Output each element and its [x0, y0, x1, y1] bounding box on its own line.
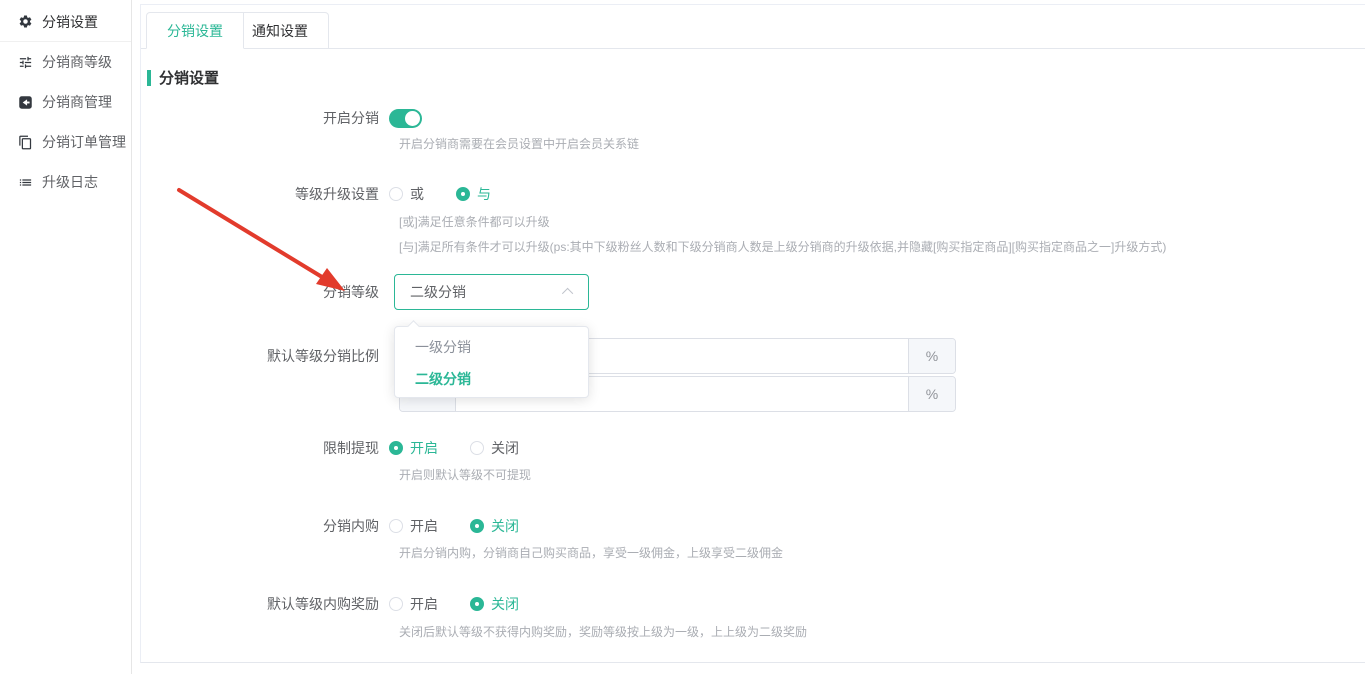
radio-icon	[470, 597, 484, 611]
radio-internal-off[interactable]: 关闭	[470, 516, 519, 536]
field-label: 分销等级	[141, 282, 389, 302]
radio-or[interactable]: 或	[389, 184, 424, 204]
radio-icon	[389, 187, 403, 201]
percent-addon: %	[908, 377, 955, 411]
dropdown-option-level2[interactable]: 二级分销	[395, 363, 588, 395]
default-ratio-row: 默认等级分销比例	[141, 344, 389, 368]
upgrade-setting-row: 等级升级设置 或 与	[141, 182, 523, 206]
distribution-level-select[interactable]: 二级分销	[394, 274, 589, 310]
field-label: 限制提现	[141, 438, 389, 458]
sidebar-item-label: 分销商等级	[42, 52, 112, 72]
percent-addon: %	[908, 339, 955, 373]
radio-icon	[389, 441, 403, 455]
radio-icon	[389, 519, 403, 533]
radio-reward-on[interactable]: 开启	[389, 594, 438, 614]
sidebar-item-label: 分销订单管理	[42, 132, 126, 152]
radio-internal-on[interactable]: 开启	[389, 516, 438, 536]
tab-bar: 分销设置 通知设置	[141, 5, 1365, 49]
tab-distribution-settings[interactable]: 分销设置	[146, 12, 244, 49]
sidebar-item-distribution-settings[interactable]: 分销设置	[0, 2, 131, 42]
section-title: 分销设置	[147, 67, 219, 88]
radio-withdraw-off[interactable]: 关闭	[470, 438, 519, 458]
main-panel: 分销设置 通知设置 分销设置 开启分销 开启分销商需要在会员设置中开启会员关系链…	[140, 4, 1365, 663]
field-label: 分销内购	[141, 516, 389, 536]
enable-distribution-row: 开启分销	[141, 106, 422, 130]
dropdown-option-level1[interactable]: 一级分销	[395, 331, 588, 363]
radio-icon	[470, 519, 484, 533]
sidebar-item-label: 分销商管理	[42, 92, 112, 112]
sidebar-item-distributor-levels[interactable]: 分销商等级	[0, 42, 131, 82]
radio-and[interactable]: 与	[456, 184, 491, 204]
field-label: 开启分销	[141, 108, 389, 128]
sidebar-item-distribution-orders[interactable]: 分销订单管理	[0, 122, 131, 162]
radio-reward-off[interactable]: 关闭	[470, 594, 519, 614]
upgrade-help-and: [与]满足所有条件才可以升级(ps:其中下级粉丝人数和下级分销商人数是上级分销商…	[399, 238, 1166, 255]
sidebar-item-distributor-management[interactable]: 分销商管理	[0, 82, 131, 122]
sidebar-item-upgrade-log[interactable]: 升级日志	[0, 162, 131, 202]
section-title-bar	[147, 70, 151, 86]
tab-notification-settings[interactable]: 通知设置	[232, 12, 329, 49]
radio-icon	[389, 597, 403, 611]
internal-purchase-help: 开启分销内购，分销商自己购买商品，享受一级佣金，上级享受二级佣金	[399, 544, 783, 561]
sidebar-item-label: 分销设置	[42, 12, 98, 32]
toggle-knob	[405, 111, 420, 126]
field-label: 等级升级设置	[141, 184, 389, 204]
enable-distribution-toggle[interactable]	[389, 109, 422, 128]
withdraw-limit-row: 限制提现 开启 关闭	[141, 436, 551, 460]
orders-icon	[17, 134, 33, 150]
sidebar-item-label: 升级日志	[42, 172, 98, 192]
distribution-level-row: 分销等级	[141, 280, 389, 304]
page: 分销设置 分销商等级 分销商管理 分销订单管理 升级日志	[0, 0, 1365, 674]
withdraw-limit-help: 开启则默认等级不可提现	[399, 466, 531, 483]
sliders-icon	[17, 54, 33, 70]
default-reward-row: 默认等级内购奖励 开启 关闭	[141, 592, 551, 616]
list-icon	[17, 174, 33, 190]
field-label: 默认等级分销比例	[141, 346, 389, 366]
level-dropdown-panel: 一级分销 二级分销	[394, 326, 589, 398]
upgrade-help-or: [或]满足任意条件都可以升级	[399, 213, 550, 230]
gear-icon	[17, 14, 33, 30]
radio-icon	[456, 187, 470, 201]
field-label: 默认等级内购奖励	[141, 594, 389, 614]
internal-purchase-row: 分销内购 开启 关闭	[141, 514, 551, 538]
sidebar: 分销设置 分销商等级 分销商管理 分销订单管理 升级日志	[0, 0, 132, 674]
enable-distribution-help: 开启分销商需要在会员设置中开启会员关系链	[399, 135, 639, 152]
radio-icon	[470, 441, 484, 455]
share-icon	[17, 94, 33, 110]
select-value: 二级分销	[410, 282, 565, 302]
radio-withdraw-on[interactable]: 开启	[389, 438, 438, 458]
default-reward-help: 关闭后默认等级不获得内购奖励，奖励等级按上级为一级，上上级为二级奖励	[399, 623, 807, 640]
